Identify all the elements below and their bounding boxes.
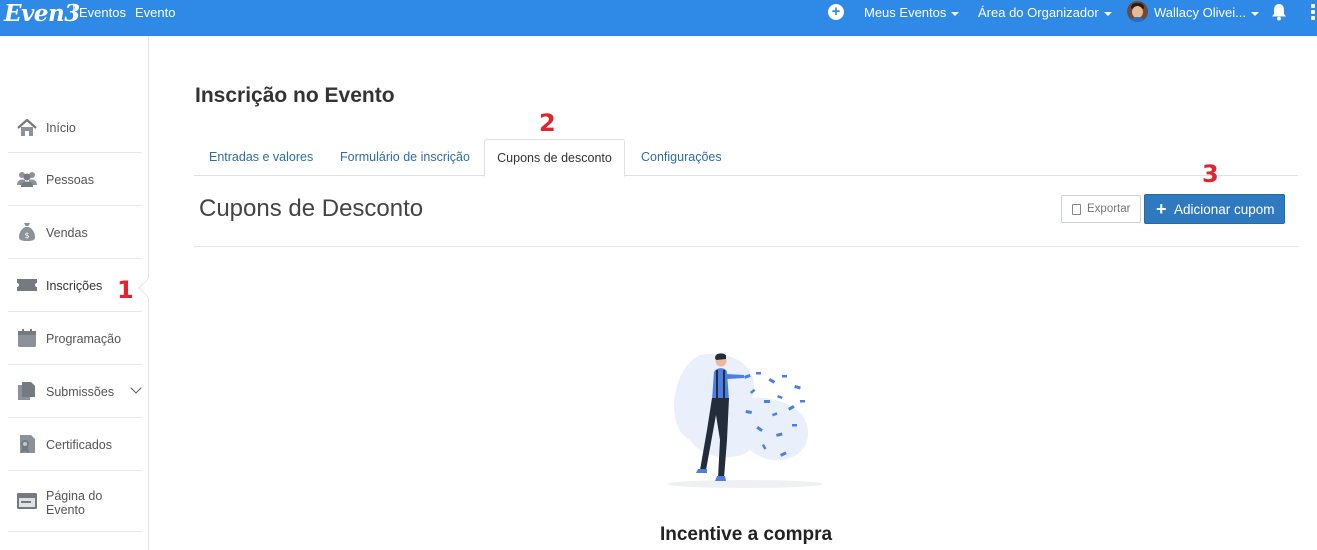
sidebar-item-label: Pessoas bbox=[46, 173, 94, 187]
sidebar-item-submissoes[interactable]: Submissões bbox=[8, 365, 142, 418]
svg-text:$: $ bbox=[24, 231, 29, 240]
sidebar-item-pagina-do-evento[interactable]: Página do Evento bbox=[8, 471, 142, 532]
export-button-label: Exportar bbox=[1087, 203, 1131, 215]
add-coupon-button[interactable]: + Adicionar cupom bbox=[1144, 194, 1285, 224]
logo-divider bbox=[73, 5, 74, 21]
calendar-icon bbox=[18, 329, 36, 347]
tab-bar: Entradas e valores Formulário de inscriç… bbox=[194, 139, 1298, 177]
empty-state-title: Incentive a compra bbox=[659, 524, 833, 545]
annotation-2: 2 bbox=[539, 109, 556, 137]
sidebar-item-label: Página do Evento bbox=[46, 489, 103, 517]
sidebar-item-inicio[interactable]: Início bbox=[8, 102, 142, 153]
section-divider bbox=[194, 246, 1298, 247]
page-title: Inscrição no Evento bbox=[195, 84, 395, 107]
plus-circle-icon[interactable]: + bbox=[828, 4, 844, 20]
confetti-illustration bbox=[667, 353, 823, 488]
sidebar-item-pessoas[interactable]: Pessoas bbox=[8, 153, 142, 206]
export-button[interactable]: Exportar bbox=[1061, 195, 1141, 223]
sidebar-item-label: Programação bbox=[46, 332, 122, 346]
nav-link-evento[interactable]: Evento bbox=[135, 5, 175, 20]
user-name: Wallacy Olivei... bbox=[1154, 5, 1246, 20]
sidebar-item-label: Início bbox=[46, 121, 76, 135]
documents-icon bbox=[18, 382, 35, 400]
top-navbar: Even3 Eventos Evento + Meus Eventos Área… bbox=[0, 0, 1317, 36]
home-icon bbox=[17, 118, 37, 136]
sidebar-item-label: Submissões bbox=[46, 385, 115, 399]
sidebar-item-label: Certificados bbox=[46, 438, 112, 452]
sidebar-item-label: Inscrições bbox=[46, 279, 103, 293]
menu-area-organizador-label: Área do Organizador bbox=[978, 5, 1099, 20]
people-icon bbox=[17, 172, 37, 187]
more-vertical-icon[interactable] bbox=[1311, 4, 1315, 20]
section-title: Cupons de Desconto bbox=[199, 195, 424, 222]
caret-down-icon bbox=[951, 11, 960, 16]
caret-down-icon bbox=[1103, 11, 1112, 16]
menu-meus-eventos-label: Meus Eventos bbox=[864, 5, 947, 20]
nav-link-eventos[interactable]: Eventos bbox=[79, 5, 126, 20]
menu-area-organizador[interactable]: Área do Organizador bbox=[978, 5, 1112, 20]
file-icon bbox=[1072, 204, 1081, 215]
tab-entradas-e-valores[interactable]: Entradas e valores bbox=[209, 139, 313, 176]
money-bag-icon: $ bbox=[19, 223, 35, 241]
ticket-icon bbox=[17, 279, 37, 291]
certificate-icon bbox=[20, 435, 35, 453]
tab-formulario-de-inscricao[interactable]: Formulário de inscrição bbox=[340, 139, 470, 176]
sidebar-item-label: Vendas bbox=[46, 226, 88, 240]
even3-logo[interactable]: Even3 bbox=[4, 0, 80, 27]
annotation-3: 3 bbox=[1202, 160, 1219, 188]
sidebar-item-vendas[interactable]: $ Vendas bbox=[8, 206, 142, 259]
caret-down-icon bbox=[1250, 11, 1259, 16]
tab-configuracoes[interactable]: Configurações bbox=[641, 139, 722, 176]
menu-meus-eventos[interactable]: Meus Eventos bbox=[864, 5, 960, 20]
browser-window-icon bbox=[17, 493, 37, 509]
sidebar-item-certificados[interactable]: Certificados bbox=[8, 418, 142, 471]
add-coupon-button-label: Adicionar cupom bbox=[1174, 202, 1275, 217]
chevron-down-icon[interactable] bbox=[130, 382, 142, 394]
tab-cupons-de-desconto[interactable]: Cupons de desconto bbox=[484, 139, 625, 177]
sidebar-item-programacao[interactable]: Programação bbox=[8, 312, 142, 365]
plus-icon: + bbox=[1156, 199, 1167, 219]
bell-icon[interactable] bbox=[1271, 3, 1287, 21]
menu-user[interactable]: Wallacy Olivei... bbox=[1154, 5, 1259, 20]
annotation-1: 1 bbox=[117, 276, 134, 304]
avatar[interactable] bbox=[1127, 1, 1148, 22]
